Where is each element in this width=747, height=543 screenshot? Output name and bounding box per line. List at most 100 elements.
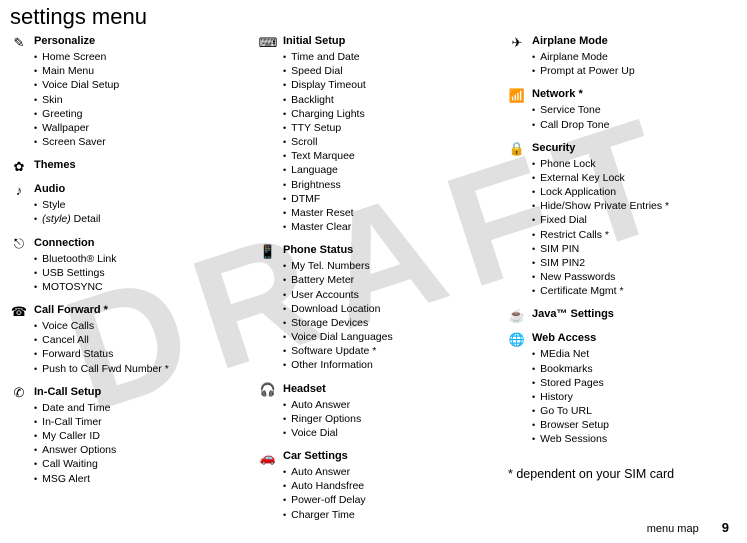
list-item: Go To URL (532, 404, 737, 418)
list-item: Fixed Dial (532, 213, 737, 227)
section-items: Home ScreenMain MenuVoice Dial SetupSkin… (34, 50, 239, 149)
section-title: Web Access (532, 332, 596, 344)
airplane-icon: ✈ (508, 35, 526, 49)
list-item: DTMF (283, 192, 488, 206)
list-item: New Passwords (532, 270, 737, 284)
section-items: MEdia NetBookmarksStored PagesHistoryGo … (532, 347, 737, 446)
webaccess-icon: 🌐 (508, 332, 526, 346)
list-item: Web Sessions (532, 432, 737, 446)
section-title: Initial Setup (283, 35, 345, 47)
list-item: USB Settings (34, 266, 239, 280)
column-3: ✈Airplane ModeAirplane ModePrompt at Pow… (508, 35, 737, 524)
network-icon: 📶 (508, 88, 526, 102)
footer-section: menu map (647, 523, 699, 535)
list-item: Push to Call Fwd Number * (34, 362, 239, 376)
list-item: Service Tone (532, 103, 737, 117)
section-title: Themes (34, 159, 76, 171)
section-title: Phone Status (283, 244, 353, 256)
section: ☎ Call Forward * Voice CallsCancel AllForw… (10, 304, 239, 376)
list-item: Charging Lights (283, 107, 488, 121)
list-item: MEdia Net (532, 347, 737, 361)
list-item: User Accounts (283, 288, 488, 302)
list-item: Storage Devices (283, 316, 488, 330)
list-item: Scroll (283, 135, 488, 149)
personalize-icon: ✎ (10, 35, 28, 49)
list-item: Home Screen (34, 50, 239, 64)
section: 🔒SecurityPhone LockExternal Key LockLock… (508, 142, 737, 299)
section: ✿ Themes (10, 159, 239, 173)
page-title: settings menu (10, 4, 147, 30)
section: ♪AudioStyle(style) Detail (10, 183, 239, 226)
list-item: Voice Dial Languages (283, 330, 488, 344)
list-item: Software Update * (283, 344, 488, 358)
section-title: Connection (34, 237, 95, 249)
footnote: * dependent on your SIM card (508, 467, 737, 481)
section: 📶 Network * Service ToneCall Drop Tone (508, 88, 737, 131)
headset-icon: 🎧 (259, 383, 277, 397)
section: ✈Airplane ModeAirplane ModePrompt at Pow… (508, 35, 737, 78)
section: 🚗 Car Settings Auto AnswerAuto HandsfreePo… (259, 450, 488, 522)
list-item: Call Drop Tone (532, 118, 737, 132)
list-item: Master Reset (283, 206, 488, 220)
section-items: Voice CallsCancel AllForward StatusPush … (34, 319, 239, 376)
list-item: My Caller ID (34, 429, 239, 443)
section-title: Network * (532, 88, 583, 100)
incall-icon: ✆ (10, 386, 28, 400)
section: ☕Java™ Settings (508, 308, 737, 322)
list-item: Voice Calls (34, 319, 239, 333)
carsettings-icon: 🚗 (259, 450, 277, 464)
list-item: Phone Lock (532, 157, 737, 171)
list-item: Prompt at Power Up (532, 64, 737, 78)
section: ✆In-Call SetupDate and TimeIn-Call Timer… (10, 386, 239, 486)
column-1: ✎ Personalize Home ScreenMain MenuVoice Di… (10, 35, 239, 524)
list-item: Airplane Mode (532, 50, 737, 64)
audio-icon: ♪ (10, 183, 28, 197)
list-item: Certificate Mgmt * (532, 284, 737, 298)
list-item: TTY Setup (283, 121, 488, 135)
section-title: In-Call Setup (34, 386, 101, 398)
section: 🌐 Web Access MEdia NetBookmarksStored Page… (508, 332, 737, 446)
callforward-icon: ☎ (10, 304, 28, 318)
section-items: Style(style) Detail (34, 198, 239, 226)
list-item: SIM PIN2 (532, 256, 737, 270)
list-item: Main Menu (34, 64, 239, 78)
section: ✎ Personalize Home ScreenMain MenuVoice Di… (10, 35, 239, 149)
list-item: Backlight (283, 93, 488, 107)
list-item: Other Information (283, 358, 488, 372)
list-item: Time and Date (283, 50, 488, 64)
section: ⎋ConnectionBluetooth® LinkUSB SettingsMO… (10, 237, 239, 295)
section-items: Airplane ModePrompt at Power Up (532, 50, 737, 78)
list-item: Call Waiting (34, 457, 239, 471)
list-item: Bluetooth® Link (34, 252, 239, 266)
section-title: Java™ Settings (532, 308, 614, 320)
list-item: Language (283, 163, 488, 177)
list-item: Restrict Calls * (532, 228, 737, 242)
section-items: Auto AnswerRinger OptionsVoice Dial (283, 398, 488, 441)
list-item: Text Marquee (283, 149, 488, 163)
list-item: (style) Detail (34, 212, 239, 226)
section-items: Auto AnswerAuto HandsfreePower-off Delay… (283, 465, 488, 522)
section-title: Personalize (34, 35, 95, 47)
list-item: Master Clear (283, 220, 488, 234)
list-item: Cancel All (34, 333, 239, 347)
section-items: Bluetooth® LinkUSB SettingsMOTOSYNC (34, 252, 239, 295)
list-item: Style (34, 198, 239, 212)
themes-icon: ✿ (10, 159, 28, 173)
list-item: Greeting (34, 107, 239, 121)
section-title: Headset (283, 383, 326, 395)
list-item: My Tel. Numbers (283, 259, 488, 273)
list-item: Skin (34, 93, 239, 107)
list-item: External Key Lock (532, 171, 737, 185)
section-title: Call Forward * (34, 304, 108, 316)
list-item: MSG Alert (34, 472, 239, 486)
list-item: Forward Status (34, 347, 239, 361)
section-title: Airplane Mode (532, 35, 608, 47)
section-title: Car Settings (283, 450, 348, 462)
list-item: Bookmarks (532, 362, 737, 376)
initialsetup-icon: ⌨ (259, 35, 277, 49)
list-item: In-Call Timer (34, 415, 239, 429)
section-items: Phone LockExternal Key LockLock Applicat… (532, 157, 737, 299)
list-item: Auto Handsfree (283, 479, 488, 493)
list-item: Auto Answer (283, 398, 488, 412)
content-columns: ✎PersonalizeHome ScreenMain MenuVoice Di… (10, 35, 737, 524)
